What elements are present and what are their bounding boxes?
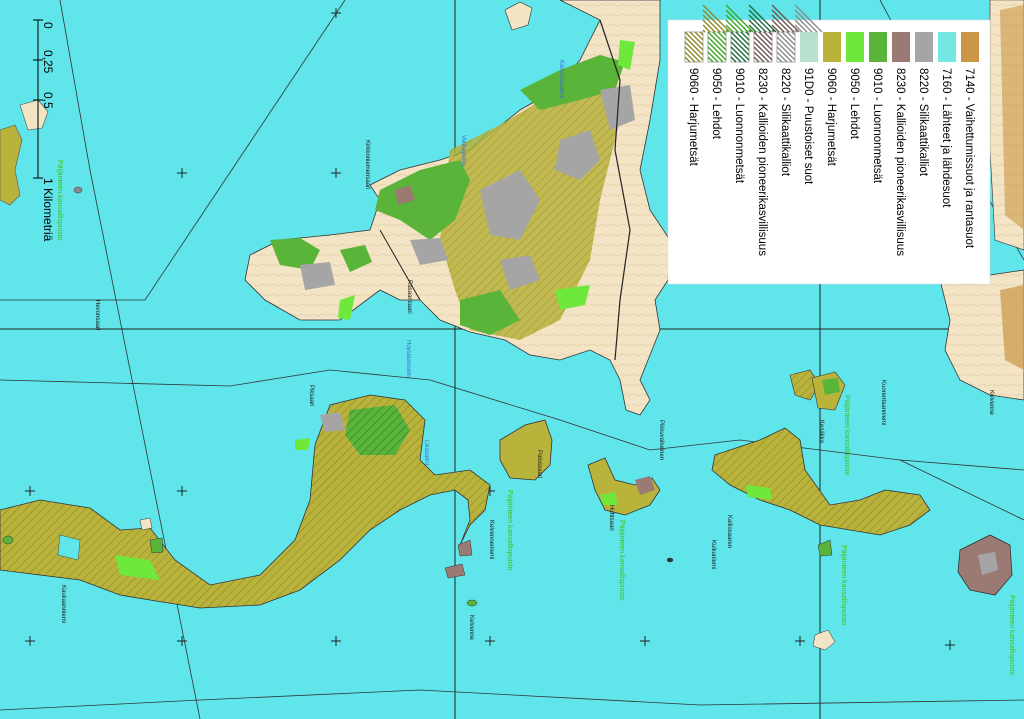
place-label: Kelvenneniemi	[488, 520, 494, 559]
legend-label: 9010 - Luonnonmetsät	[733, 68, 745, 184]
water-label: Kärmeänsalmi	[558, 60, 564, 98]
legend-swatch	[938, 32, 956, 62]
legend-label: 7160 - Lähteet ja lähdesuot	[940, 68, 952, 208]
place-label: Kaukaanniemi	[60, 585, 66, 623]
legend-label: 9050 - Lehdot	[710, 68, 722, 140]
legend-swatch	[823, 32, 841, 62]
place-label: Kelvenne	[988, 390, 994, 416]
place-label: Pikkuvalkeinen	[658, 420, 664, 460]
water-label: Likasalmi	[423, 440, 429, 465]
place-label: Rasaansaari	[406, 280, 412, 314]
place-label: Palossaari	[536, 450, 542, 478]
legend-swatch	[869, 32, 887, 62]
place-label: Piksaari	[308, 385, 314, 406]
legend-swatch	[892, 32, 910, 62]
legend-label: 8220 - Silikaattikalliot	[779, 68, 791, 177]
legend-label: 8230 - Kallioiden pioneerikasvillisuus	[756, 68, 768, 256]
habitat-map[interactable]: Kärmeänsalmi Hoysaiansalmi Likasalmi Veh…	[0, 0, 1024, 719]
park-label: Päijänteen kansallispuisto	[56, 160, 63, 241]
park-label: Päijänteen kansallispuisto	[843, 395, 850, 476]
place-label: Kuorentaanniemi	[880, 380, 886, 425]
water-label: Hoysaiansalmi	[405, 340, 411, 379]
place-label: Kirkkoniemensaari	[364, 140, 370, 189]
place-label: Kesäkka	[818, 420, 824, 444]
scale-label-2: 0,5	[41, 92, 55, 109]
place-label: Hevonsaari	[94, 300, 100, 330]
legend-label: 9010 - Luonnonmetsät	[871, 68, 883, 184]
legend-label: 9050 - Lehdot	[848, 68, 860, 140]
legend-label: 91D0 - Puustoiset suot	[802, 68, 814, 185]
place-label: Kelvenne	[468, 615, 474, 641]
park-label: Päijänteen kansallispuisto	[840, 545, 847, 626]
legend-label: 8220 - Silikaattikalliot	[917, 68, 929, 177]
legend-label: 9060 - Harjumetsät	[825, 68, 837, 167]
scale-unit-label: 1 Kilometriä	[41, 178, 55, 242]
legend-label: 7140 - Vaihettumissuot ja rantasuot	[963, 68, 975, 249]
map-legend: 7140 - Vaihettumissuot ja rantasuot 7160 …	[667, 4, 991, 285]
legend-swatch	[846, 32, 864, 62]
place-label: Huhtsaari	[608, 505, 614, 531]
park-label: Päijänteen kansallispuisto	[1008, 595, 1015, 676]
legend-swatch	[961, 32, 979, 62]
place-label: Kulkuniemi	[710, 540, 716, 569]
scale-label-1: 0,25	[41, 50, 55, 74]
water-label: Vehkapohja	[460, 135, 466, 167]
legend-label: 8230 - Kallioiden pioneerikasvillisuus	[894, 68, 906, 256]
legend-swatch	[800, 32, 818, 62]
scale-label-0: 0	[41, 22, 55, 29]
park-label: Päijänteen kansallispuisto	[618, 520, 625, 601]
legend-label: 9060 - Harjumetsät	[687, 68, 699, 167]
legend-swatch	[915, 32, 933, 62]
park-label: Päijänteen kansallispuisto	[506, 490, 513, 571]
place-label: Kalliosaaren	[726, 515, 732, 548]
